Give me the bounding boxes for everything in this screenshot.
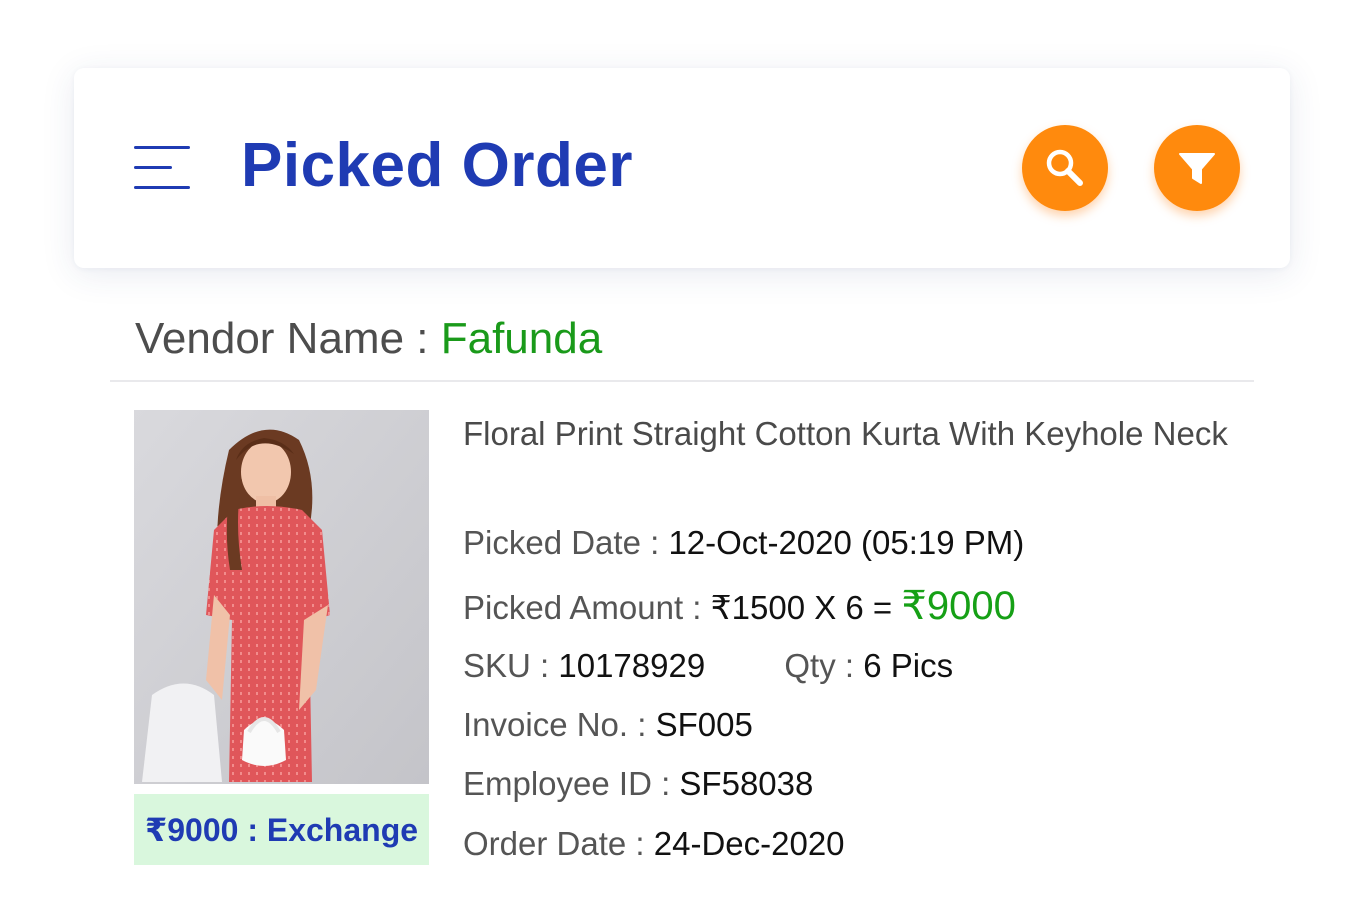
vendor-label: Vendor Name : [135, 314, 429, 363]
picked-amount-label: Picked Amount : [463, 589, 702, 626]
filter-icon [1179, 153, 1215, 184]
order-date-label: Order Date : [463, 825, 645, 862]
employee-value: SF58038 [679, 765, 814, 802]
vendor-row: Vendor Name : Fafunda [135, 314, 602, 364]
vendor-name: Fafunda [440, 314, 603, 363]
qty-value: 6 Pics [863, 647, 954, 684]
app-header: Picked Order [74, 68, 1290, 268]
picked-date-value: 12-Oct-2020 (05:19 PM) [668, 524, 1025, 561]
invoice-value: SF005 [655, 706, 753, 743]
picked-amount-calc: ₹1500 X 6 = [710, 589, 893, 626]
invoice-row: Invoice No. : SF005 [463, 706, 753, 744]
divider [110, 380, 1254, 382]
product-image[interactable] [134, 410, 429, 784]
employee-row: Employee ID : SF58038 [463, 765, 813, 803]
invoice-label: Invoice No. : [463, 706, 647, 743]
price-exchange-badge: ₹9000 : Exchange [134, 794, 429, 865]
picked-amount-row: Picked Amount : ₹1500 X 6 = ₹9000 [463, 583, 1016, 629]
sku-qty-row: SKU : 10178929 Qty : 6 Pics [463, 647, 953, 685]
order-date-value: 24-Dec-2020 [653, 825, 845, 862]
order-date-row: Order Date : 24-Dec-2020 [463, 825, 845, 863]
search-button[interactable] [1022, 125, 1108, 211]
hamburger-menu-icon[interactable] [134, 144, 192, 194]
picked-date-row: Picked Date : 12-Oct-2020 (05:19 PM) [463, 524, 1024, 562]
qty-label: Qty : [784, 647, 855, 684]
sku-value: 10178929 [558, 647, 706, 684]
picked-date-label: Picked Date : [463, 524, 660, 561]
employee-label: Employee ID : [463, 765, 671, 802]
search-icon [1046, 149, 1083, 186]
page-title: Picked Order [241, 131, 633, 200]
filter-button[interactable] [1154, 125, 1240, 211]
product-name[interactable]: Floral Print Straight Cotton Kurta With … [463, 408, 1233, 459]
sku-label: SKU : [463, 647, 550, 684]
picked-amount-total: ₹9000 [901, 584, 1016, 628]
